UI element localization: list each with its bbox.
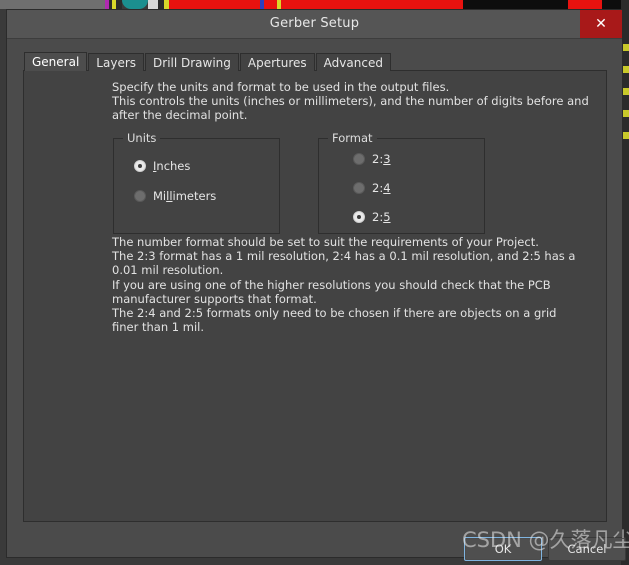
radio-units-inches-label: Inches — [153, 159, 191, 173]
radio-unselected-icon — [353, 182, 365, 194]
backdrop-strip — [116, 0, 122, 9]
radio-unselected-icon — [353, 153, 365, 165]
backdrop-strip — [568, 0, 602, 9]
radio-format-2-4[interactable]: 2:4 — [353, 181, 391, 195]
close-icon[interactable]: ✕ — [580, 10, 622, 38]
dialog-title: Gerber Setup — [269, 16, 360, 31]
tab-bar: General Layers Drill Drawing Apertures A… — [24, 52, 392, 71]
tab-apertures[interactable]: Apertures — [239, 53, 315, 71]
radio-selected-icon — [134, 160, 146, 172]
tab-advanced[interactable]: Advanced — [315, 53, 391, 71]
ok-button[interactable]: OK — [464, 537, 542, 561]
backdrop-strip — [122, 0, 148, 9]
backdrop-strip — [463, 0, 568, 9]
radio-units-millimeters[interactable]: Millimeters — [134, 189, 216, 203]
backdrop-strip — [281, 0, 463, 9]
format-group-label: Format — [328, 132, 377, 145]
radio-format-2-3[interactable]: 2:3 — [353, 152, 391, 166]
radio-format-2-3-label: 2:3 — [372, 152, 391, 166]
format-detail-description: The number format should be set to suit … — [112, 235, 576, 335]
cancel-button[interactable]: Cancel — [548, 537, 626, 561]
intro-description: Specify the units and format to be used … — [112, 80, 589, 123]
format-group: Format 2:3 2:4 2:5 — [318, 132, 485, 234]
backdrop-strip — [148, 0, 158, 9]
radio-format-2-5[interactable]: 2:5 — [353, 210, 391, 224]
tab-general[interactable]: General — [24, 52, 88, 71]
backdrop-strip — [260, 0, 264, 9]
gerber-setup-dialog: Gerber Setup ✕ General Layers Drill Draw… — [6, 9, 626, 561]
radio-selected-icon — [353, 211, 365, 223]
dialog-title-bar: Gerber Setup ✕ — [7, 10, 622, 39]
units-group: Units Inches Millimeters — [113, 132, 280, 234]
radio-format-2-5-label: 2:5 — [372, 210, 391, 224]
tab-drill-drawing[interactable]: Drill Drawing — [145, 53, 239, 71]
radio-format-2-4-label: 2:4 — [372, 181, 391, 195]
radio-unselected-icon — [134, 190, 146, 202]
radio-units-millimeters-label: Millimeters — [153, 189, 217, 203]
general-tab-panel: Specify the units and format to be used … — [23, 70, 607, 522]
tab-layers[interactable]: Layers — [88, 53, 145, 71]
backdrop-strip — [0, 0, 105, 9]
units-group-label: Units — [123, 132, 161, 145]
radio-units-inches[interactable]: Inches — [134, 159, 190, 173]
